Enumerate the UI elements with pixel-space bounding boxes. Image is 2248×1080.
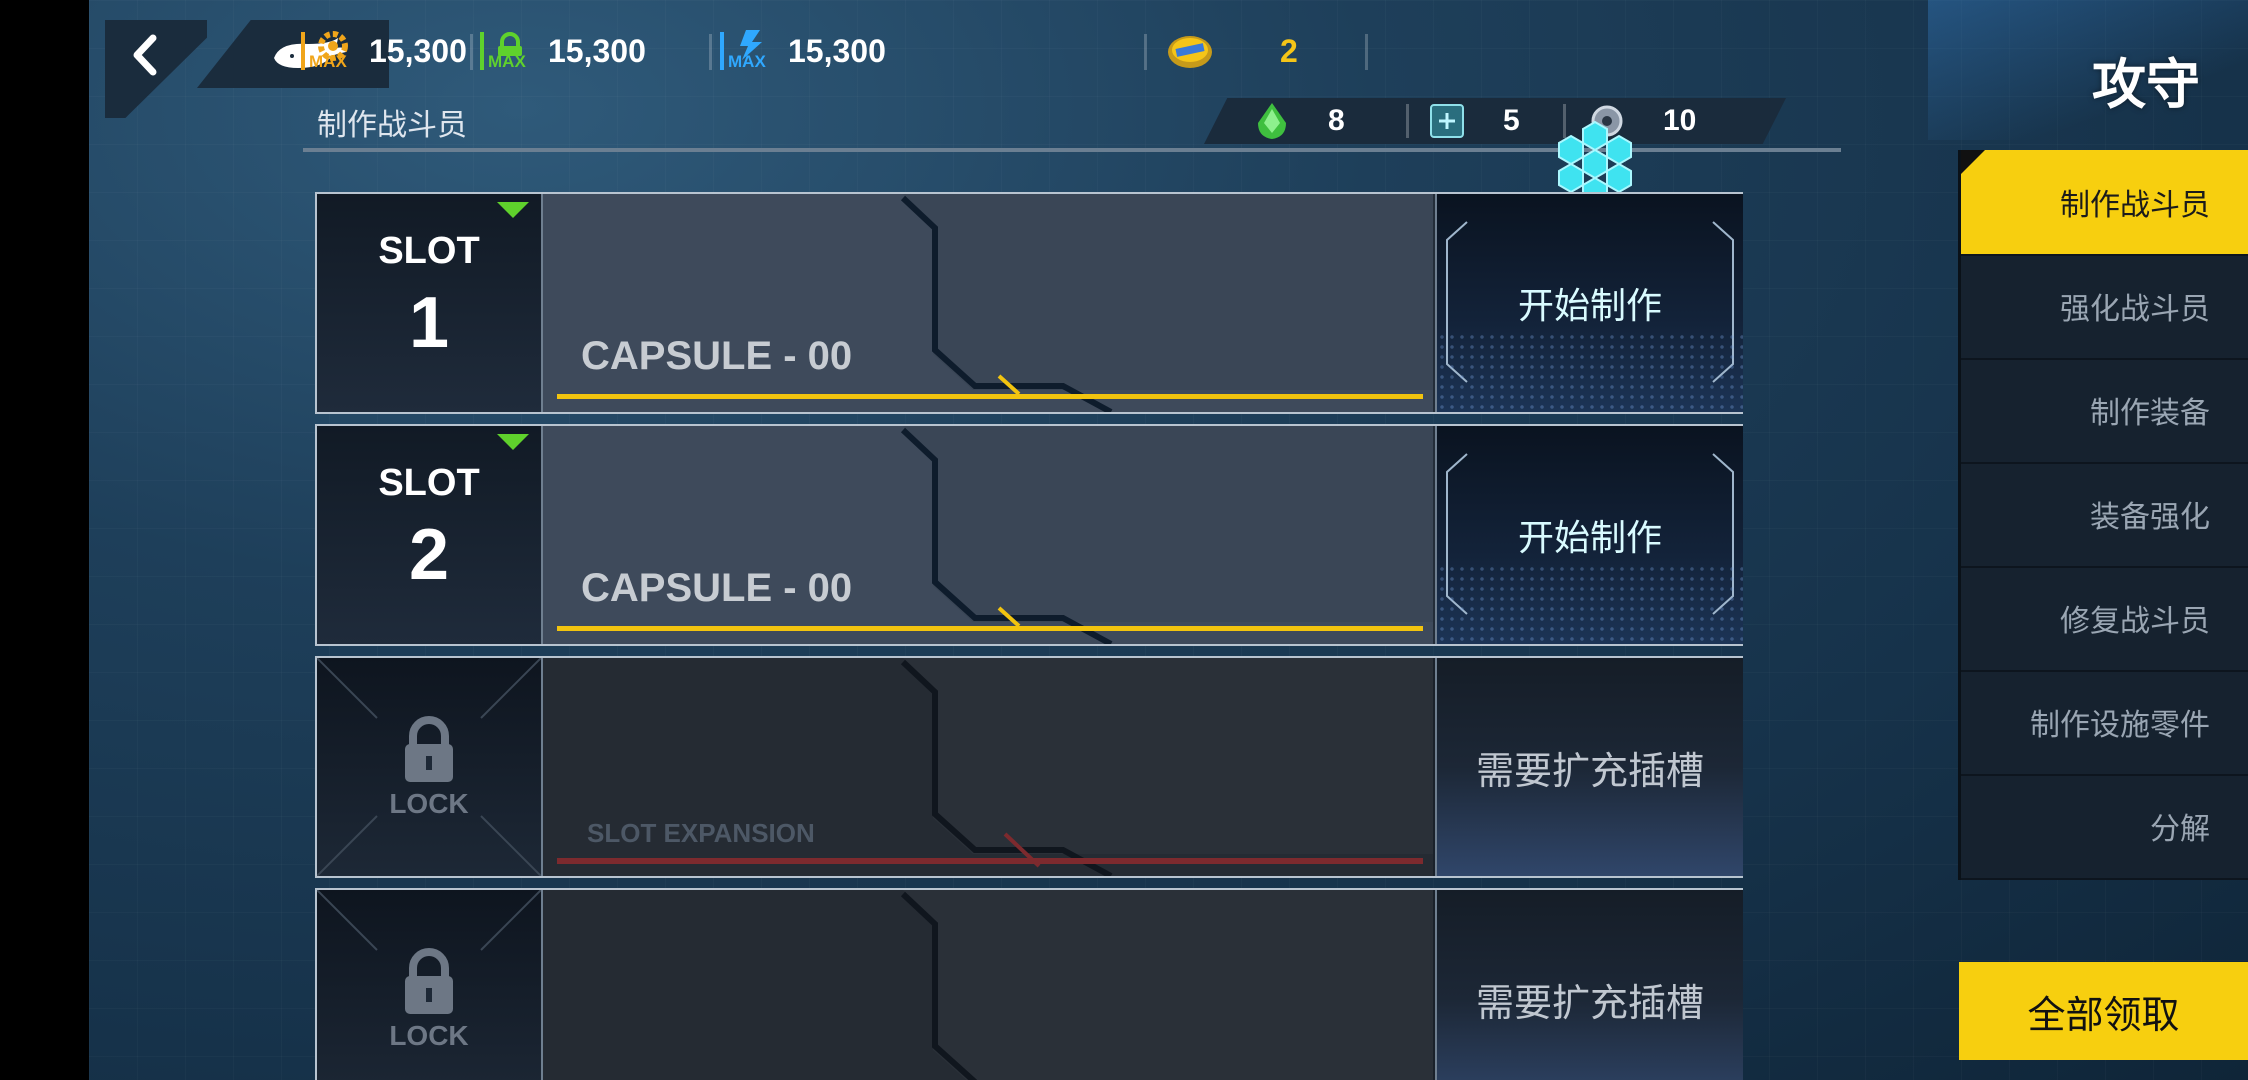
green-crystal-icon: [1258, 103, 1286, 139]
menu-item-upgrade-fighter[interactable]: 强化战斗员: [1961, 254, 2248, 360]
claim-all-button[interactable]: 全部领取: [1959, 962, 2248, 1060]
gear-max-icon: MAX: [299, 28, 359, 74]
slot-expansion-label: SLOT EXPANSION: [587, 818, 815, 848]
circuit-decoration: [1928, 0, 2248, 140]
capsule-progress-line: [557, 626, 1423, 631]
locked-slot-card[interactable]: LOCK 需要扩充插槽: [315, 888, 1743, 1080]
slot-lock-cell: LOCK: [317, 658, 543, 876]
material-chip[interactable]: 5: [1429, 100, 1520, 142]
slot-card[interactable]: SLOT 1 CAPSULE - 00 开始制作: [315, 192, 1743, 414]
expand-slot-button[interactable]: 需要扩充插槽: [1435, 890, 1743, 1080]
menu-item-craft-parts[interactable]: 制作设施零件: [1961, 670, 2248, 776]
menu-item-craft-fighter[interactable]: 制作战斗员: [1961, 150, 2248, 256]
menu-item-craft-equipment[interactable]: 制作装备: [1961, 358, 2248, 464]
resource-gear[interactable]: MAX 15,300: [299, 26, 467, 76]
locked-line: [557, 858, 1423, 864]
capsule-panel: CAPSULE - 00: [543, 194, 1433, 412]
chevron-left-icon: [133, 34, 157, 76]
slot-lock-cell: LOCK: [317, 890, 543, 1080]
resource-coin[interactable]: 2: [1164, 26, 1298, 76]
lock-icon: [405, 716, 453, 782]
capsule-panel: CAPSULE - 00: [543, 426, 1433, 644]
divider: [1406, 104, 1409, 138]
start-craft-button[interactable]: 开始制作: [1435, 194, 1743, 412]
slot-card[interactable]: SLOT 2 CAPSULE - 00 开始制作: [315, 424, 1743, 646]
lock-max-icon: MAX: [478, 28, 538, 74]
bolt-value: 15,300: [788, 32, 886, 69]
capsule-panel: SLOT EXPANSION: [543, 658, 1433, 876]
slot-number-cell: SLOT 2: [317, 426, 543, 644]
slot-number-cell: SLOT 1: [317, 194, 543, 412]
divider: [1365, 34, 1368, 70]
lock-icon: [405, 948, 453, 1014]
divider: [1144, 34, 1147, 70]
divider: [470, 34, 473, 70]
resource-bolt[interactable]: MAX 15,300: [718, 26, 886, 76]
resource-lock[interactable]: MAX 15,300: [478, 26, 646, 76]
menu-item-repair-fighter[interactable]: 修复战斗员: [1961, 566, 2248, 672]
back-button[interactable]: [105, 20, 207, 118]
side-menu: 制作战斗员 强化战斗员 制作装备 装备强化 修复战斗员 制作设施零件 分解: [1958, 150, 2248, 880]
capsule-name: CAPSULE - 00: [581, 566, 853, 610]
game-screen: MAX 15,300 MAX 15,300 MAX 15,300 2 制作战斗员…: [89, 0, 2248, 1080]
divider: [709, 34, 712, 70]
coin-value: 2: [1280, 32, 1298, 69]
capsule-name: CAPSULE - 00: [581, 334, 853, 378]
menu-item-disassemble[interactable]: 分解: [1961, 774, 2248, 880]
gear-value: 15,300: [369, 32, 467, 69]
page-title: 制作战斗员: [317, 108, 467, 143]
start-craft-button[interactable]: 开始制作: [1435, 426, 1743, 644]
capsule-progress-line: [557, 394, 1423, 399]
new-indicator-icon: [497, 202, 529, 218]
expand-slot-button[interactable]: 需要扩充插槽: [1435, 658, 1743, 876]
new-indicator-icon: [497, 434, 529, 450]
circuit-chip-icon: [1430, 104, 1464, 138]
menu-item-upgrade-equipment[interactable]: 装备强化: [1961, 462, 2248, 568]
mode-label: 攻守: [2092, 53, 2200, 116]
locked-slot-card[interactable]: LOCK SLOT EXPANSION 需要扩充插槽: [315, 656, 1743, 878]
material-crystal[interactable]: 8: [1254, 100, 1345, 142]
lock-value: 15,300: [548, 32, 646, 69]
coin-icon: [1164, 28, 1224, 74]
bolt-max-icon: MAX: [718, 28, 778, 74]
capsule-panel: [543, 890, 1433, 1080]
